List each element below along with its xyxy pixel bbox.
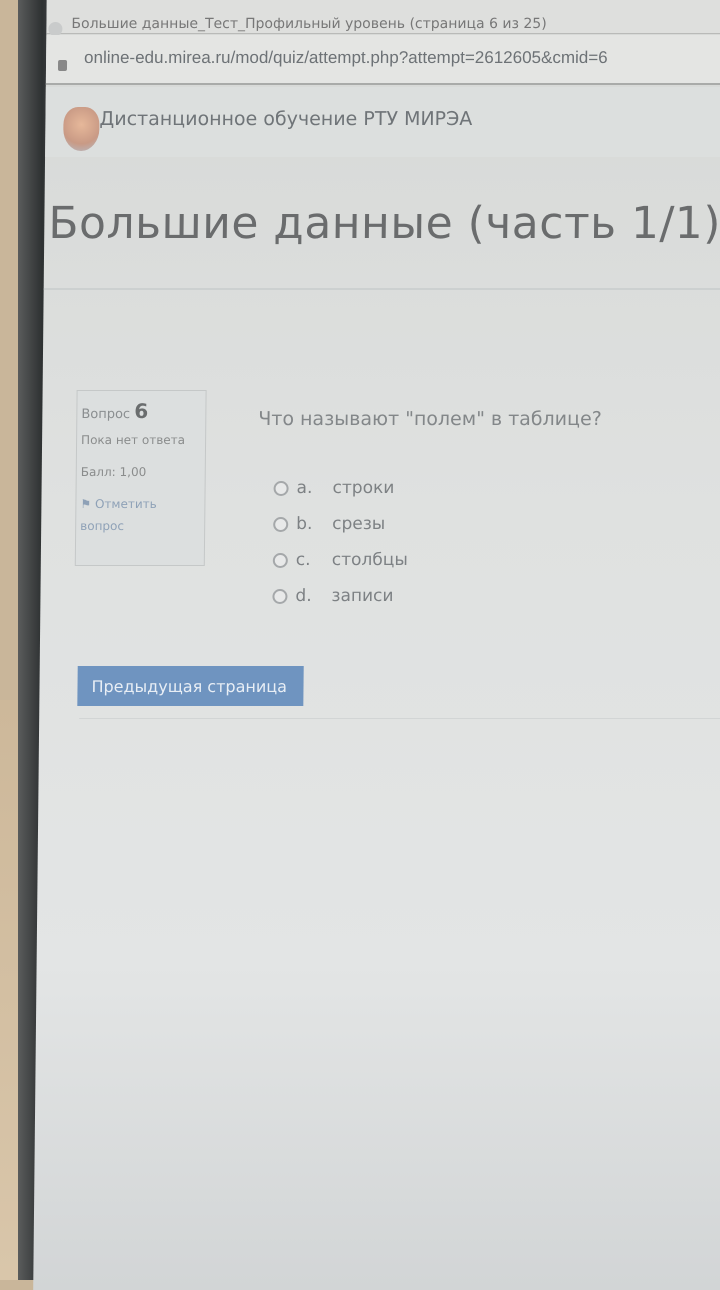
- answer-letter: a.: [296, 478, 313, 498]
- answer-text: столбцы: [331, 550, 408, 570]
- favicon-icon: [48, 22, 63, 36]
- answer-text: записи: [331, 586, 394, 606]
- tab-title: Большие данные_Тест_Профильный уровень (…: [71, 16, 547, 32]
- answer-option-c[interactable]: c. столбцы: [272, 542, 408, 578]
- question-label: Вопрос: [81, 407, 131, 422]
- radio-button[interactable]: [272, 552, 288, 568]
- site-name-link[interactable]: Дистанционное обучение РТУ МИРЭА: [99, 108, 472, 130]
- divider: [79, 718, 720, 719]
- question-number: Вопрос 6: [81, 399, 201, 423]
- background-wall: [0, 700, 20, 1280]
- flag-icon: ⚑: [80, 497, 96, 511]
- question-number-value: 6: [134, 399, 149, 423]
- answer-text: строки: [332, 478, 395, 498]
- browser-tab[interactable]: Большие данные_Тест_Профильный уровень (…: [46, 0, 720, 36]
- answer-text: срезы: [332, 514, 386, 534]
- answer-letter: b.: [296, 514, 313, 534]
- answer-letter: d.: [295, 586, 312, 606]
- flag-question-link[interactable]: ⚑ Отметить вопрос: [80, 493, 200, 537]
- answer-letter: c.: [295, 550, 311, 570]
- page-title: Большие данные (часть 1/1) [I: [48, 198, 720, 249]
- lock-icon: [57, 60, 68, 71]
- answer-option-a[interactable]: a. строки: [273, 470, 408, 506]
- radio-button[interactable]: [272, 588, 288, 604]
- answer-option-d[interactable]: d. записи: [272, 578, 407, 614]
- question-text: Что называют "полем" в таблице?: [258, 408, 602, 430]
- radio-button[interactable]: [273, 516, 289, 532]
- answer-list: a. строки b. срезы c. столбцы d. записи: [272, 470, 409, 614]
- answer-option-b[interactable]: b. срезы: [273, 506, 408, 542]
- divider: [43, 288, 720, 290]
- url-text[interactable]: online-edu.mirea.ru/mod/quiz/attempt.php…: [84, 48, 608, 68]
- radio-button[interactable]: [273, 480, 289, 496]
- question-state: Пока нет ответа: [81, 433, 186, 447]
- address-bar[interactable]: online-edu.mirea.ru/mod/quiz/attempt.php…: [45, 35, 720, 85]
- question-grade: Балл: 1,00: [80, 465, 147, 479]
- screen: Большие данные_Тест_Профильный уровень (…: [33, 0, 720, 1290]
- previous-page-button[interactable]: Предыдущая страница: [77, 666, 304, 706]
- question-info-panel: Вопрос 6 Пока нет ответа Балл: 1,00 ⚑ От…: [74, 390, 207, 566]
